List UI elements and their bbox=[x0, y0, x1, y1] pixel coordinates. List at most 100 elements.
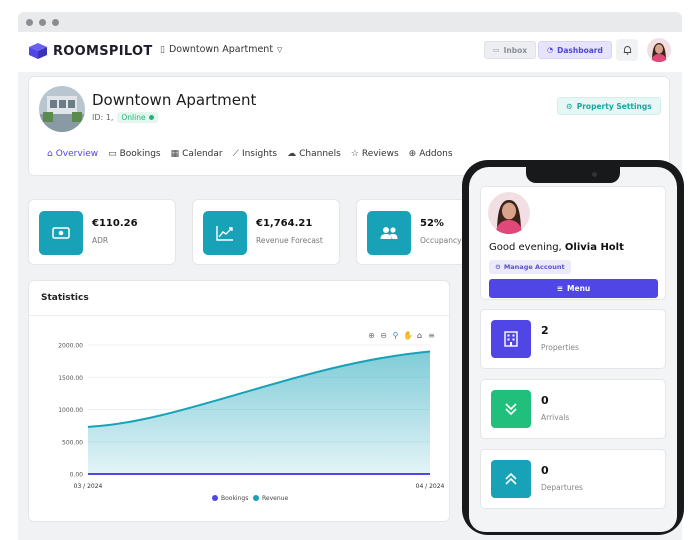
avatar-image bbox=[647, 38, 671, 62]
mobile-device: Good evening, Olivia Holt ⚙ Manage Accou… bbox=[462, 160, 684, 535]
notifications-button[interactable] bbox=[616, 39, 638, 61]
tab-reviews[interactable]: ☆ Reviews bbox=[351, 149, 399, 159]
dashboard-icon: ◔ bbox=[547, 46, 554, 54]
y-tick-label: 1000.00 bbox=[58, 407, 83, 414]
stat-value: 52% bbox=[420, 218, 444, 229]
stat-value: €1,764.21 bbox=[256, 218, 313, 229]
arrivals-count: 0 bbox=[541, 394, 549, 407]
departures-label: Departures bbox=[541, 483, 583, 492]
stat-card-occupancy: 52% Occupancy bbox=[356, 199, 466, 265]
legend-marker-revenue bbox=[253, 495, 259, 501]
plus-circle-icon: ⊕ bbox=[408, 149, 417, 159]
chart-line-icon: ⟋ bbox=[232, 149, 239, 159]
statistics-card: Statistics ⊕ ⊖ ⚲ ✋ ⌂ ≡ 0.00 500.00 1000.00… bbox=[28, 280, 450, 522]
property-meta: ID: 1, Online bbox=[92, 112, 158, 123]
home-icon: ⌂ bbox=[47, 149, 53, 159]
camera-dot bbox=[592, 172, 597, 177]
tab-bookings[interactable]: ▭ Bookings bbox=[108, 149, 161, 159]
tab-label: Overview bbox=[55, 149, 99, 159]
menu-button[interactable]: ≡ Menu bbox=[489, 279, 658, 298]
property-id: ID: 1, bbox=[92, 113, 114, 122]
x-tick-label: 03 / 2024 bbox=[74, 483, 103, 490]
statistics-title: Statistics bbox=[41, 293, 89, 303]
property-settings-button[interactable]: ⚙ Property Settings bbox=[557, 97, 661, 115]
legend-label: Bookings bbox=[221, 495, 248, 502]
legend-marker-bookings bbox=[212, 495, 218, 501]
chevron-down-icon: ▽ bbox=[277, 45, 283, 54]
status-dot bbox=[148, 115, 154, 120]
app-header: ROOMSPILOT ▯ Downtown Apartment ▽ ▭ Inbo… bbox=[18, 32, 682, 72]
gear-icon: ⚙ bbox=[566, 101, 573, 111]
property-title: Downtown Apartment bbox=[92, 91, 257, 109]
greeting-text: Good evening, Olivia Holt bbox=[489, 242, 624, 253]
menu-label: Menu bbox=[567, 284, 591, 293]
tab-channels[interactable]: ☁ Channels bbox=[287, 149, 341, 159]
properties-label: Properties bbox=[541, 343, 579, 352]
calendar-icon: ▦ bbox=[170, 149, 180, 159]
inbox-icon: ▭ bbox=[493, 46, 500, 54]
stat-label: Occupancy bbox=[420, 236, 462, 245]
stat-label: Revenue Forecast bbox=[256, 236, 323, 245]
user-avatar[interactable] bbox=[647, 38, 671, 62]
tab-label: Channels bbox=[299, 149, 341, 159]
window-dot[interactable] bbox=[26, 18, 33, 26]
suitcase-icon: ▭ bbox=[108, 149, 117, 159]
brand-name: ROOMSPILOT bbox=[53, 43, 153, 59]
legend-label: Revenue bbox=[262, 495, 288, 502]
properties-card[interactable]: 2 Properties bbox=[480, 309, 666, 369]
property-select[interactable]: ▯ Downtown Apartment ▽ bbox=[160, 44, 282, 55]
tab-calendar[interactable]: ▦ Calendar bbox=[171, 149, 223, 159]
users-icon bbox=[367, 211, 411, 255]
window-dot[interactable] bbox=[39, 18, 46, 26]
y-tick-label: 500.00 bbox=[62, 439, 83, 446]
y-tick-label: 0.00 bbox=[70, 472, 84, 479]
tab-label: Calendar bbox=[182, 149, 223, 159]
tab-insights[interactable]: ⟋ Insights bbox=[233, 149, 278, 159]
money-icon bbox=[39, 211, 83, 255]
greeting-card: Good evening, Olivia Holt ⚙ Manage Accou… bbox=[480, 186, 666, 300]
hamburger-icon: ≡ bbox=[556, 284, 564, 293]
stat-card-revenue-forecast: €1,764.21 Revenue Forecast bbox=[192, 199, 340, 265]
tab-label: Reviews bbox=[361, 149, 399, 159]
browser-title-bar bbox=[18, 12, 682, 32]
tab-label: Bookings bbox=[119, 149, 161, 159]
y-tick-label: 1500.00 bbox=[58, 375, 83, 382]
property-select-label: Downtown Apartment bbox=[168, 44, 274, 55]
inbox-button[interactable]: ▭ Inbox bbox=[484, 41, 537, 59]
building-icon bbox=[491, 320, 531, 358]
user-name: Olivia Holt bbox=[564, 242, 624, 253]
stat-label: ADR bbox=[92, 236, 109, 245]
bell-icon bbox=[623, 46, 631, 55]
property-tabs: ⌂ Overview ▭ Bookings ▦ Calendar ⟋ Insig… bbox=[47, 149, 453, 159]
tab-overview[interactable]: ⌂ Overview bbox=[47, 149, 98, 159]
tab-label: Addons bbox=[419, 149, 453, 159]
arrivals-label: Arrivals bbox=[541, 413, 570, 422]
manage-account-label: Manage Account bbox=[503, 263, 565, 271]
departures-card[interactable]: 0 Departures bbox=[480, 449, 666, 509]
chevron-up-icon bbox=[491, 460, 531, 498]
status-badge: Online bbox=[117, 112, 158, 123]
greeting-prefix: Good evening, bbox=[489, 242, 565, 253]
inbox-label: Inbox bbox=[503, 45, 528, 55]
stat-card-adr: €110.26 ADR bbox=[28, 199, 176, 265]
property-settings-label: Property Settings bbox=[576, 101, 652, 111]
star-icon: ☆ bbox=[350, 149, 359, 159]
arrivals-card[interactable]: 0 Arrivals bbox=[480, 379, 666, 439]
revenue-area bbox=[88, 351, 430, 474]
brand-logo[interactable]: ROOMSPILOT bbox=[28, 42, 153, 60]
dashboard-label: Dashboard bbox=[557, 45, 603, 55]
divider bbox=[29, 315, 449, 316]
avatar-image bbox=[488, 192, 530, 234]
gear-icon: ⚙ bbox=[495, 263, 501, 271]
window-dot[interactable] bbox=[52, 18, 59, 26]
dashboard-button[interactable]: ◔ Dashboard bbox=[538, 41, 612, 59]
tab-addons[interactable]: ⊕ Addons bbox=[409, 149, 453, 159]
user-avatar[interactable] bbox=[488, 192, 530, 234]
x-tick-label: 04 / 2024 bbox=[416, 483, 445, 490]
cloud-icon: ☁ bbox=[287, 149, 297, 159]
departures-count: 0 bbox=[541, 464, 549, 477]
manage-account-button[interactable]: ⚙ Manage Account bbox=[489, 260, 571, 274]
mobile-screen: Good evening, Olivia Holt ⚙ Manage Accou… bbox=[469, 167, 677, 532]
chevron-down-icon bbox=[491, 390, 531, 428]
statistics-chart: 0.00 500.00 1000.00 1500.00 2000.00 03 / 2024… bbox=[58, 343, 445, 503]
